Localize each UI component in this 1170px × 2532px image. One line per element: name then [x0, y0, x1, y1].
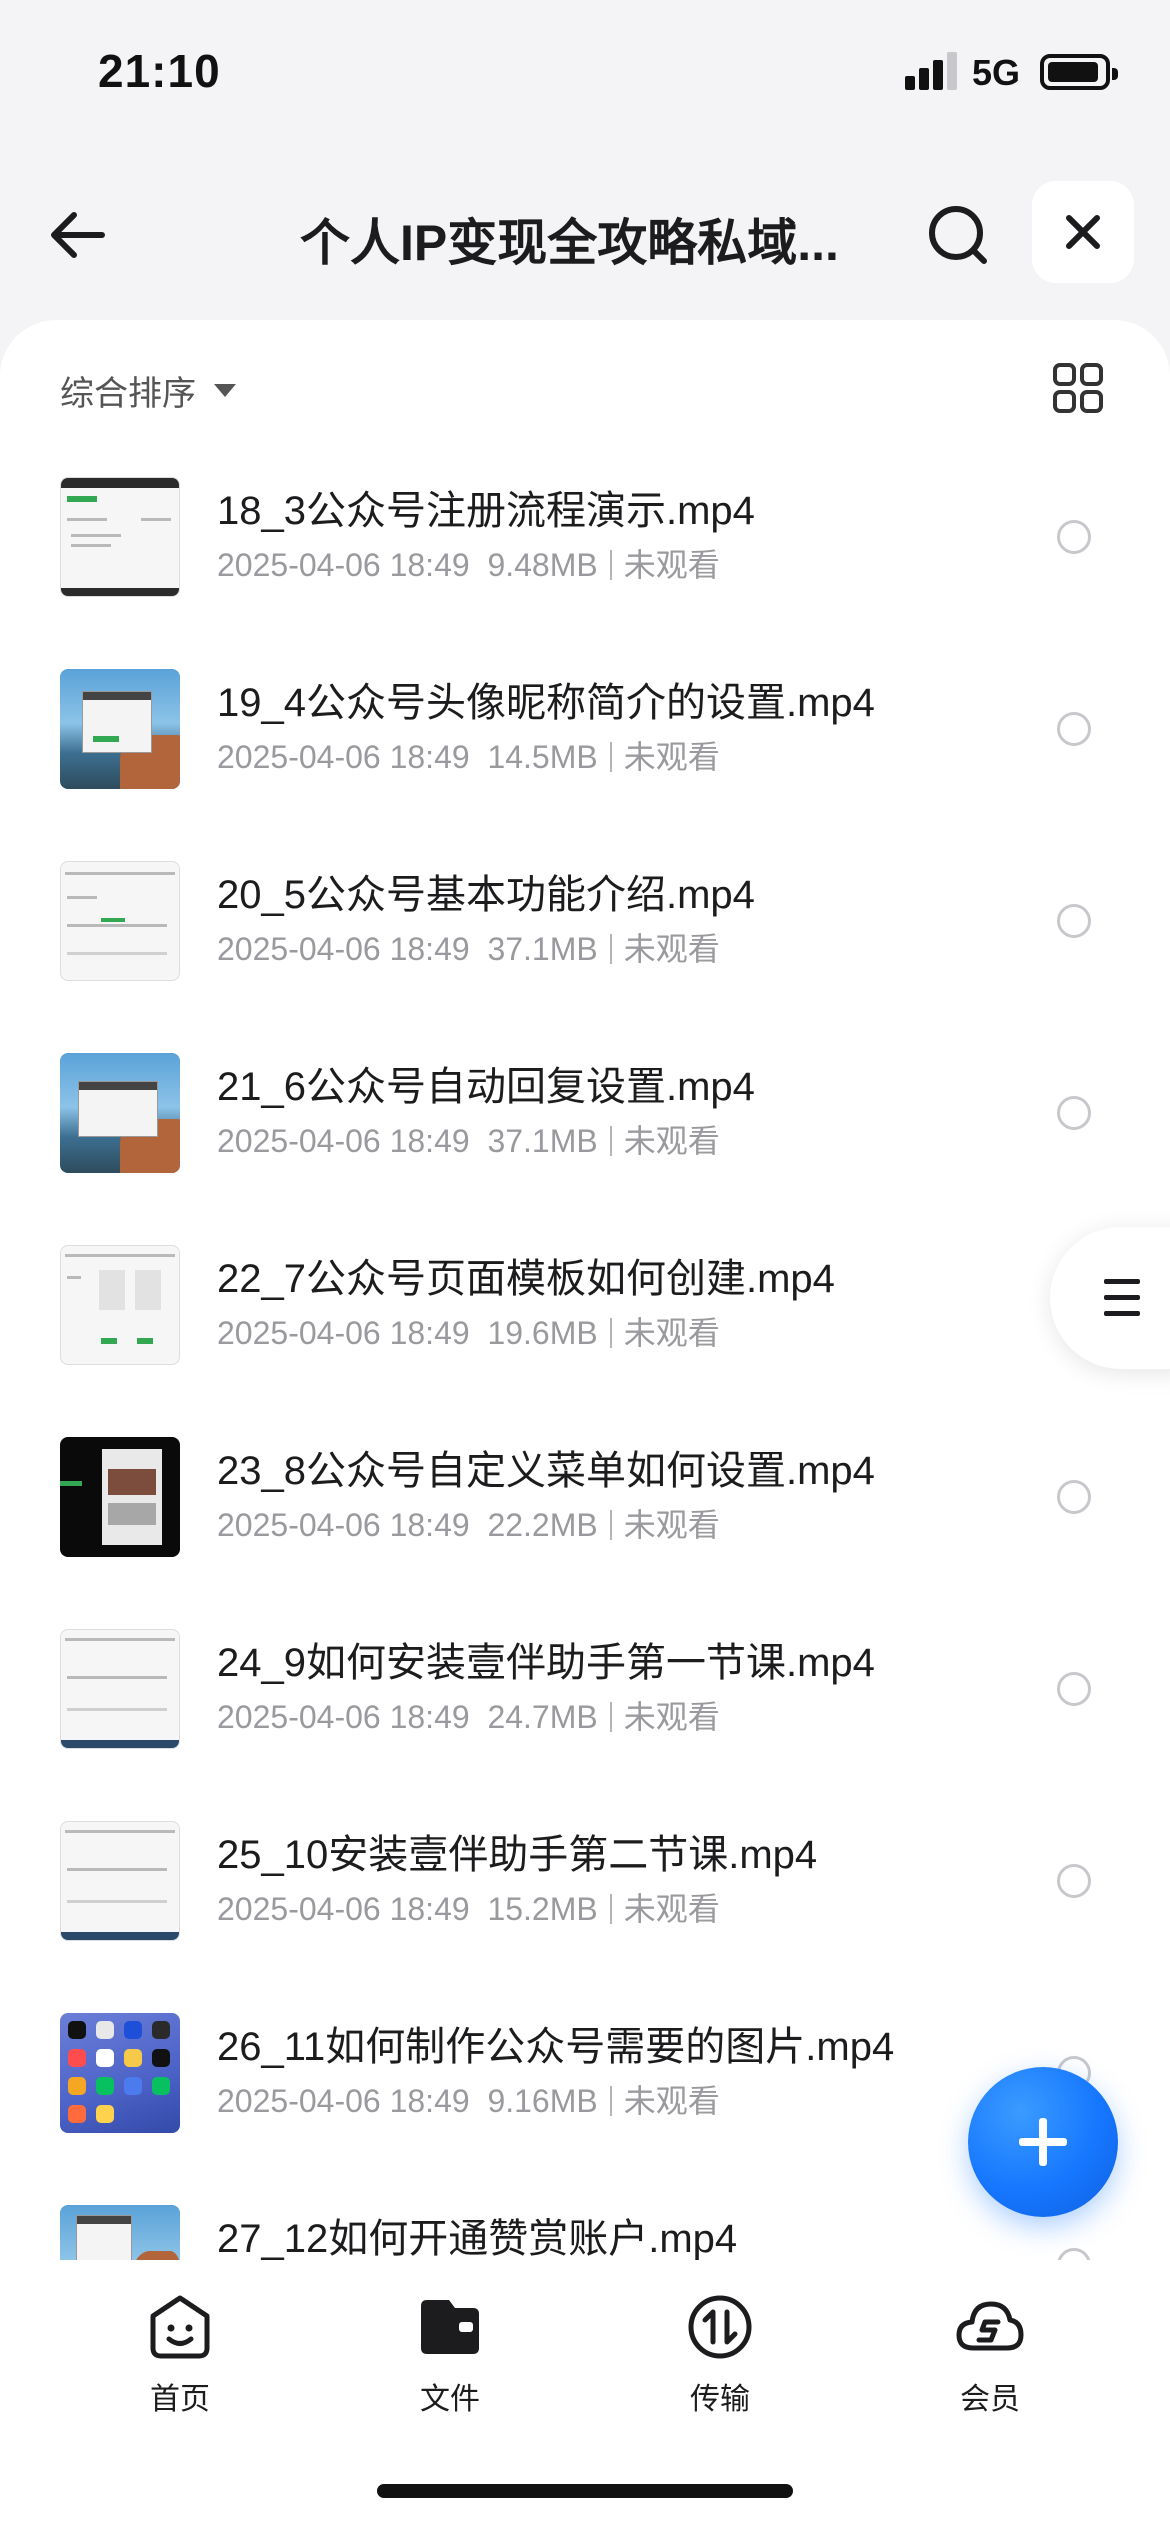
file-list: 18_3公众号注册流程演示.mp4 2025-04-06 18:49 9.48M… [0, 460, 1170, 2260]
search-icon [929, 206, 987, 264]
file-row[interactable]: 22_7公众号页面模板如何创建.mp4 2025-04-06 18:49 19.… [0, 1228, 1170, 1420]
file-meta: 2025-04-06 18:49 9.16MB 未观看 [217, 2083, 720, 2119]
tab-label: 会员 [960, 2383, 1020, 2416]
file-meta: 2025-04-06 18:49 22.2MB 未观看 [217, 1507, 720, 1543]
back-arrow-icon [51, 212, 105, 258]
status-time: 21:10 [98, 45, 221, 97]
file-meta: 2025-04-06 18:49 15.2MB 未观看 [217, 1891, 720, 1927]
file-row[interactable]: 23_8公众号自定义菜单如何设置.mp4 2025-04-06 18:49 22… [0, 1420, 1170, 1612]
menu-icon [1104, 1279, 1140, 1317]
transfer-icon [688, 2295, 752, 2359]
video-thumbnail [60, 2205, 180, 2260]
caret-down-icon [214, 384, 236, 397]
video-thumbnail [60, 1053, 180, 1173]
file-row[interactable]: 18_3公众号注册流程演示.mp4 2025-04-06 18:49 9.48M… [0, 460, 1170, 652]
battery-icon [1040, 54, 1118, 90]
file-meta: 2025-04-06 18:49 19.6MB 未观看 [217, 1315, 720, 1351]
select-checkbox[interactable] [1057, 1480, 1091, 1514]
vip-cloud-icon [956, 2301, 1024, 2351]
page-title: 个人IP变现全攻略私域... [300, 215, 839, 271]
file-name: 23_8公众号自定义菜单如何设置.mp4 [217, 1449, 875, 1493]
grid-view-icon [1053, 363, 1103, 413]
video-thumbnail [60, 669, 180, 789]
tab-vip[interactable]: 会员 [900, 2292, 1080, 2422]
tab-label: 传输 [690, 2383, 750, 2416]
file-meta: 2025-04-06 18:49 37.1MB 未观看 [217, 931, 720, 967]
close-icon [1066, 215, 1100, 249]
sort-label: 综合排序 [60, 375, 196, 413]
screen: 21:10 5G 个人IP变现全攻略私域... 综合排序 18_3公众号注册流程… [0, 0, 1170, 2532]
search-button[interactable] [918, 195, 998, 275]
select-checkbox[interactable] [1057, 1096, 1091, 1130]
signal-icon [905, 52, 957, 90]
back-button[interactable] [40, 195, 120, 275]
tab-label: 文件 [420, 2383, 480, 2416]
file-name: 27_12如何开通赞赏账户.mp4 [217, 2217, 738, 2260]
file-name: 22_7公众号页面模板如何创建.mp4 [217, 1257, 835, 1301]
video-thumbnail [60, 1821, 180, 1941]
video-thumbnail [60, 477, 180, 597]
select-checkbox[interactable] [1057, 904, 1091, 938]
video-thumbnail [60, 1437, 180, 1557]
folder-icon [421, 2300, 479, 2354]
select-checkbox[interactable] [1057, 2248, 1091, 2260]
home-indicator [377, 2484, 793, 2498]
tab-files[interactable]: 文件 [360, 2292, 540, 2422]
sort-dropdown[interactable]: 综合排序 [60, 366, 236, 415]
file-name: 20_5公众号基本功能介绍.mp4 [217, 873, 755, 917]
video-thumbnail [60, 2013, 180, 2133]
file-meta: 2025-04-06 18:49 14.5MB 未观看 [217, 739, 720, 775]
select-checkbox[interactable] [1057, 1672, 1091, 1706]
file-name: 25_10安装壹伴助手第二节课.mp4 [217, 1833, 818, 1877]
file-row[interactable]: 20_5公众号基本功能介绍.mp4 2025-04-06 18:49 37.1M… [0, 844, 1170, 1036]
network-label: 5G [972, 52, 1021, 93]
video-thumbnail [60, 1245, 180, 1365]
file-meta: 2025-04-06 18:49 37.1MB 未观看 [217, 1123, 720, 1159]
status-bar: 21:10 5G [0, 0, 1170, 150]
tab-home[interactable]: 首页 [90, 2292, 270, 2422]
home-smile-icon [150, 2295, 210, 2359]
select-checkbox[interactable] [1057, 520, 1091, 554]
file-name: 19_4公众号头像昵称简介的设置.mp4 [217, 681, 875, 725]
file-row[interactable]: 21_6公众号自动回复设置.mp4 2025-04-06 18:49 37.1M… [0, 1036, 1170, 1228]
nav-bar: 个人IP变现全攻略私域... [0, 175, 1170, 295]
file-meta: 2025-04-06 18:49 9.48MB 未观看 [217, 547, 720, 583]
file-row[interactable]: 19_4公众号头像昵称简介的设置.mp4 2025-04-06 18:49 14… [0, 652, 1170, 844]
file-name: 18_3公众号注册流程演示.mp4 [217, 489, 755, 533]
file-name: 24_9如何安装壹伴助手第一节课.mp4 [217, 1641, 875, 1685]
file-name: 21_6公众号自动回复设置.mp4 [217, 1065, 755, 1109]
file-row[interactable]: 24_9如何安装壹伴助手第一节课.mp4 2025-04-06 18:49 24… [0, 1612, 1170, 1804]
select-checkbox[interactable] [1057, 712, 1091, 746]
video-thumbnail [60, 1629, 180, 1749]
tab-transfer[interactable]: 传输 [630, 2292, 810, 2422]
add-button[interactable] [968, 2067, 1118, 2217]
file-meta: 2025-04-06 18:49 24.7MB 未观看 [217, 1699, 720, 1735]
tab-label: 首页 [150, 2383, 210, 2416]
close-button[interactable] [1032, 181, 1134, 283]
select-checkbox[interactable] [1057, 1864, 1091, 1898]
file-name: 26_11如何制作公众号需要的图片.mp4 [217, 2025, 895, 2069]
grid-view-button[interactable] [1052, 362, 1104, 414]
file-list-sheet: 综合排序 18_3公众号注册流程演示.mp4 2025-04-06 18:49 … [0, 320, 1170, 2260]
video-thumbnail [60, 861, 180, 981]
file-row[interactable]: 25_10安装壹伴助手第二节课.mp4 2025-04-06 18:49 15.… [0, 1804, 1170, 1996]
